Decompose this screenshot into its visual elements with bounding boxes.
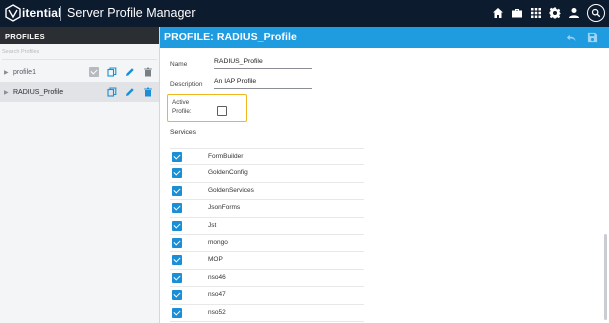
service-checkbox[interactable] xyxy=(172,168,182,179)
profile-detail-panel: PROFILE: RADIUS_Profile Name RADIUS_Prof… xyxy=(160,27,609,323)
list-item: GoldenServices xyxy=(170,183,364,201)
service-name: GoldenServices xyxy=(208,186,254,194)
service-checkbox[interactable] xyxy=(172,220,182,231)
list-item: nso52 xyxy=(170,305,364,322)
sidebar-item-radius-profile[interactable]: ▶ RADIUS_Profile xyxy=(0,82,159,102)
brand-name: itential xyxy=(22,6,62,20)
services-list: FormBuilder GoldenConfig GoldenServices … xyxy=(170,148,364,322)
top-bar: itential Server Profile Manager xyxy=(0,0,609,27)
sidebar-header: PROFILES xyxy=(0,27,159,44)
top-icon-bar xyxy=(488,4,605,22)
search-profiles-input[interactable]: Search Profiles xyxy=(2,46,157,60)
list-item: nso46 xyxy=(170,270,364,288)
service-checkbox[interactable] xyxy=(172,237,182,248)
profile-header: PROFILE: RADIUS_Profile xyxy=(160,27,609,48)
row-actions xyxy=(83,65,155,79)
sidebar-item-label: profile1 xyxy=(13,68,36,76)
edit-pencil-icon[interactable] xyxy=(123,65,137,79)
list-item: GoldenConfig xyxy=(170,165,364,183)
service-name: nso52 xyxy=(208,308,226,316)
briefcase-icon[interactable] xyxy=(508,4,526,22)
sidebar-item-label: RADIUS_Profile xyxy=(13,88,64,96)
service-name: GoldenConfig xyxy=(208,169,248,177)
copy-icon[interactable] xyxy=(105,65,119,79)
name-label: Name xyxy=(170,61,188,68)
edit-pencil-icon[interactable] xyxy=(123,85,137,99)
active-profile-label: Active Profile: xyxy=(172,99,192,115)
header-actions xyxy=(557,31,599,44)
service-name: JsonForms xyxy=(208,204,241,212)
service-checkbox[interactable] xyxy=(172,185,182,196)
chevron-right-icon[interactable]: ▶ xyxy=(4,69,10,76)
service-checkbox[interactable] xyxy=(172,272,182,283)
service-checkbox[interactable] xyxy=(172,307,182,318)
name-field[interactable]: RADIUS_Profile xyxy=(214,58,312,69)
service-checkbox[interactable] xyxy=(172,203,182,214)
active-checkmark-icon xyxy=(87,65,101,79)
list-item: mongo xyxy=(170,235,364,253)
apps-grid-icon[interactable] xyxy=(527,4,545,22)
undo-icon[interactable] xyxy=(565,31,578,44)
page-title: PROFILE: RADIUS_Profile xyxy=(164,31,297,43)
profiles-sidebar: PROFILES Search Profiles ▶ profile1 ▶ RA… xyxy=(0,27,160,323)
list-item: MOP xyxy=(170,252,364,270)
sidebar-item-profile1[interactable]: ▶ profile1 xyxy=(0,62,159,82)
list-item: Jst xyxy=(170,218,364,235)
vertical-scrollbar[interactable] xyxy=(604,234,607,320)
list-item: nso47 xyxy=(170,287,364,305)
services-label: Services xyxy=(170,129,197,136)
description-label: Description xyxy=(170,81,203,88)
copy-icon[interactable] xyxy=(105,85,119,99)
chevron-right-icon[interactable]: ▶ xyxy=(4,89,10,96)
title-divider xyxy=(60,6,61,21)
home-icon[interactable] xyxy=(489,4,507,22)
description-field[interactable]: An IAP Profile xyxy=(214,78,312,89)
service-name: mongo xyxy=(208,238,228,246)
row-actions xyxy=(101,85,155,99)
service-name: MOP xyxy=(208,256,223,264)
app-title: Server Profile Manager xyxy=(67,6,196,20)
service-name: nso47 xyxy=(208,291,226,299)
list-item: JsonForms xyxy=(170,200,364,218)
trash-icon[interactable] xyxy=(141,85,155,99)
active-profile-checkbox[interactable] xyxy=(217,106,227,116)
user-icon[interactable] xyxy=(565,4,583,22)
service-checkbox[interactable] xyxy=(172,152,182,162)
service-checkbox[interactable] xyxy=(172,290,182,301)
service-checkbox[interactable] xyxy=(172,255,182,266)
service-name: FormBuilder xyxy=(208,153,244,160)
save-icon[interactable] xyxy=(586,31,599,44)
gear-icon[interactable] xyxy=(546,4,564,22)
service-name: Jst xyxy=(208,221,217,229)
service-name: nso46 xyxy=(208,273,226,281)
active-profile-highlight: Active Profile: xyxy=(167,94,247,122)
list-item: FormBuilder xyxy=(170,148,364,166)
trash-icon[interactable] xyxy=(141,65,155,79)
itential-logo-icon xyxy=(5,4,21,22)
search-icon[interactable] xyxy=(587,4,605,22)
